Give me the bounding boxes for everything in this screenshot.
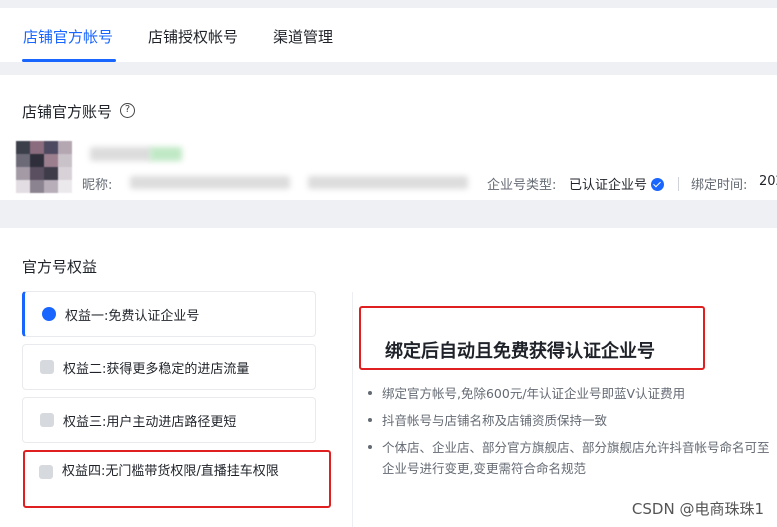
- benefit-bullet: 抖音帐号与店铺名称及店铺资质保持一致: [368, 410, 770, 431]
- bullet-text: 绑定官方帐号,免除600元/年认证企业号即蓝V认证费用: [382, 386, 686, 401]
- section-title-official-account: 店铺官方账号: [22, 103, 113, 121]
- tab-bar: 店铺官方帐号 店铺授权帐号 渠道管理: [0, 8, 777, 62]
- account-type-label: 企业号类型:: [487, 178, 557, 193]
- bullet-text: 个体店、企业店、部分官方旗舰店、部分旗舰店允许抖音帐号命名可至企业号进行变更,变…: [382, 440, 770, 476]
- rights-item-2[interactable]: 权益二:获得更多稳定的进店流量: [22, 344, 316, 390]
- rights-item-1[interactable]: 权益一:免费认证企业号: [22, 291, 316, 337]
- tab-channel-management[interactable]: 渠道管理: [273, 26, 333, 47]
- tab-authorized-account[interactable]: 店铺授权帐号: [148, 26, 238, 47]
- bind-time-value: 202: [759, 174, 777, 189]
- avatar: [16, 141, 72, 193]
- rights-item-3[interactable]: 权益三:用户主动进店路径更短: [22, 397, 316, 443]
- account-badge-blurred: [150, 147, 182, 161]
- divider: [678, 177, 679, 191]
- rights-item-label: 权益二:获得更多稳定的进店流量: [63, 362, 250, 377]
- bullet-dot: [368, 391, 372, 395]
- benefit-bullet: 绑定官方帐号,免除600元/年认证企业号即蓝V认证费用: [368, 383, 770, 404]
- highlight-box-title: [359, 306, 705, 370]
- account-type-value: 已认证企业号: [569, 178, 648, 193]
- check-circle-icon: [651, 178, 664, 191]
- nickname-label: 昵称:: [82, 178, 113, 193]
- highlight-box-rights-4: [23, 450, 331, 508]
- user-icon: [40, 413, 54, 427]
- section-title-rights: 官方号权益: [22, 258, 98, 276]
- account-name-blurred: [90, 147, 152, 161]
- bind-time-label: 绑定时间:: [691, 178, 748, 193]
- benefit-bullet: 个体店、企业店、部分官方旗舰店、部分旗舰店允许抖音帐号命名可至企业号进行变更,变…: [368, 437, 770, 479]
- bullet-text: 抖音帐号与店铺名称及店铺资质保持一致: [382, 413, 608, 428]
- rights-item-label: 权益三:用户主动进店路径更短: [63, 415, 237, 430]
- column-divider: [352, 292, 353, 527]
- shield-badge-icon: [42, 307, 56, 321]
- flow-icon: [40, 360, 54, 374]
- nickname-blurred: [130, 176, 290, 189]
- active-tab-indicator: [22, 59, 116, 62]
- tab-official-account[interactable]: 店铺官方帐号: [23, 26, 113, 47]
- question-circle-icon[interactable]: ?: [120, 103, 135, 118]
- rights-item-label: 权益一:免费认证企业号: [65, 309, 200, 324]
- bullet-dot: [368, 445, 372, 449]
- official-account-card: 店铺官方账号 ? 昵称: 企业号类型: 已认证企业号 绑定时间: 202: [0, 75, 777, 200]
- watermark: CSDN @电商珠珠1: [631, 500, 764, 518]
- official-rights-card: 官方号权益 权益一:免费认证企业号 权益二:获得更多稳定的进店流量 权益三:用户…: [0, 228, 777, 527]
- account-id-blurred: [308, 176, 468, 189]
- bullet-dot: [368, 418, 372, 422]
